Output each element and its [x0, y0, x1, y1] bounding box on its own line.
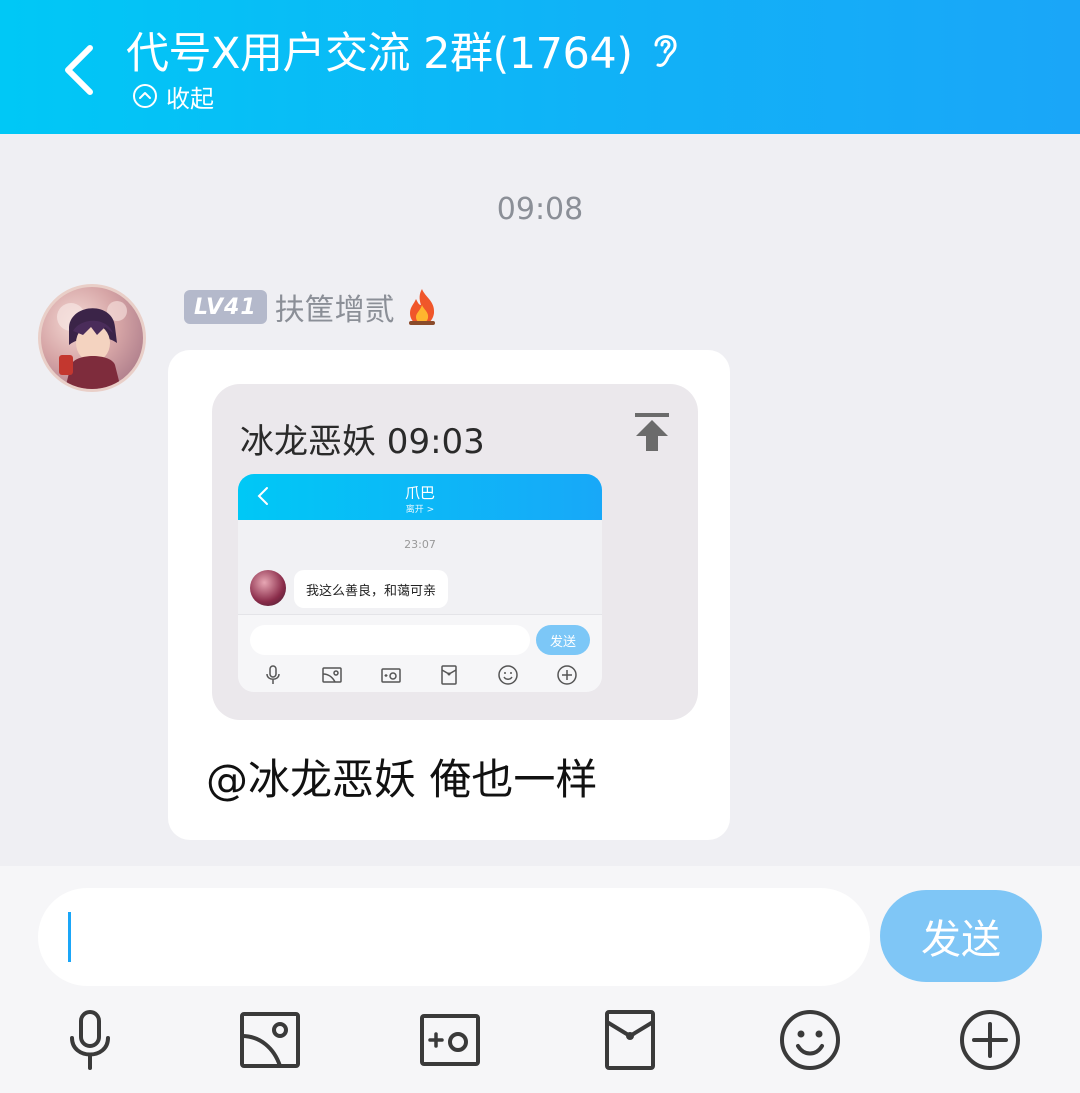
collapse-label: 收起: [166, 84, 214, 113]
message-text: @冰龙恶妖 俺也一样: [206, 755, 598, 804]
mini-subtitle: 离开 >: [405, 505, 435, 515]
mini-send-button: 发送: [536, 625, 590, 655]
emoji-icon: [780, 1010, 840, 1070]
chat-header: 代号X用户交流 2群(1764) 收起: [0, 0, 1080, 134]
chevron-left-icon: [65, 45, 93, 95]
emoji-icon: [498, 665, 518, 685]
mic-icon: [70, 1010, 110, 1070]
mini-avatar: [250, 570, 286, 606]
plus-icon: [960, 1010, 1020, 1070]
chevron-up-circle-icon: [133, 84, 157, 108]
mic-icon: [266, 665, 281, 684]
ear-icon[interactable]: [650, 28, 684, 72]
mini-input: [250, 625, 530, 655]
plus-icon: [556, 665, 577, 685]
quoted-reply-header: 冰龙恶妖 09:03: [240, 422, 485, 462]
fire-icon: [408, 289, 435, 325]
sender-name[interactable]: 扶筐增贰: [275, 285, 395, 329]
mini-input-bar: 发送: [238, 614, 602, 692]
mini-toolbar: [238, 661, 602, 689]
red-packet-icon: [441, 665, 458, 685]
text-caret: [68, 912, 71, 962]
send-button[interactable]: 发送: [880, 890, 1042, 982]
emoji-button[interactable]: [772, 1002, 848, 1078]
image-icon: [322, 667, 342, 683]
jump-to-message-icon[interactable]: [634, 412, 670, 452]
image-icon: [240, 1012, 300, 1068]
input-toolbar: [0, 1002, 1080, 1078]
mini-header: 爪巴 离开 >: [238, 474, 602, 520]
mini-message: 我这么善良，和蔼可亲: [294, 570, 449, 608]
time-separator: 09:08: [496, 192, 584, 227]
back-button[interactable]: [46, 30, 110, 110]
group-title: 代号X用户交流 2群(1764): [126, 29, 633, 79]
header-title-row[interactable]: 代号X用户交流 2群(1764): [126, 20, 684, 80]
sender-info: LV41 扶筐增贰: [184, 286, 439, 328]
level-badge: LV41: [184, 290, 267, 324]
quoted-screenshot[interactable]: 爪巴 离开 > 23:07 我这么善良，和蔼可亲 发送: [238, 474, 602, 692]
camera-icon: [380, 668, 401, 683]
message-input[interactable]: [38, 888, 870, 986]
input-bar: 发送: [0, 866, 1080, 1093]
mini-title: 爪巴: [404, 484, 435, 502]
collapse-toggle[interactable]: 收起: [132, 80, 214, 113]
image-button[interactable]: [232, 1002, 308, 1078]
camera-icon: [420, 1014, 480, 1066]
sender-avatar[interactable]: [38, 284, 146, 392]
mini-time: 23:07: [404, 538, 436, 551]
red-packet-button[interactable]: [592, 1002, 668, 1078]
camera-button[interactable]: [412, 1002, 488, 1078]
voice-button[interactable]: [52, 1002, 128, 1078]
quoted-reply-card[interactable]: 冰龙恶妖 09:03 爪巴 离开 > 23:07 我这么善良，和蔼可亲 发送: [212, 384, 698, 720]
more-button[interactable]: [952, 1002, 1028, 1078]
red-packet-icon: [605, 1010, 655, 1070]
message-bubble[interactable]: 冰龙恶妖 09:03 爪巴 离开 > 23:07 我这么善良，和蔼可亲 发送 @…: [168, 350, 730, 840]
